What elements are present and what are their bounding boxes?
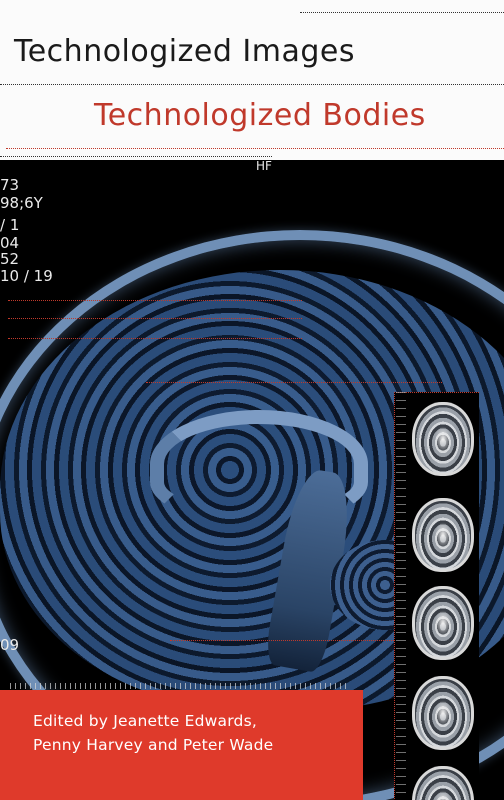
scan-label: 10 / 19 [0, 267, 53, 285]
dotted-rule [6, 148, 504, 149]
editors-band: Edited by Jeanette Edwards, Penny Harvey… [0, 690, 363, 800]
scan-label: 09 [0, 636, 20, 654]
scale-ticks [396, 392, 406, 800]
scan-label: 73 [0, 176, 20, 194]
dotted-rule [8, 338, 302, 339]
book-cover: Technologized Images Technologized Bodie… [0, 0, 504, 800]
dotted-rule [170, 640, 400, 641]
title-line-1: Technologized Images [14, 34, 355, 69]
dotted-rule [146, 382, 442, 383]
scan-label-hf: HF [256, 160, 272, 170]
title-band: Technologized Images Technologized Bodie… [0, 0, 504, 160]
editors-line-1: Edited by Jeanette Edwards, [33, 712, 257, 730]
title-line-2: Technologized Bodies [94, 98, 426, 133]
scan-label: / 1 [0, 216, 20, 234]
dotted-rule [0, 84, 504, 85]
scan-label: 52 [0, 250, 20, 268]
mri-thumbnail [412, 586, 474, 660]
dotted-rule [8, 300, 302, 301]
editors-line-2: Penny Harvey and Peter Wade [33, 736, 274, 754]
dotted-rule [8, 318, 302, 319]
mri-thumbnail [412, 498, 474, 572]
mri-thumbnail [412, 402, 474, 476]
mri-thumbnail [412, 676, 474, 750]
dotted-rule [0, 156, 272, 157]
scale-ticks [10, 683, 350, 689]
scan-label: 98;6Y [0, 194, 43, 212]
dotted-rule [300, 12, 504, 13]
